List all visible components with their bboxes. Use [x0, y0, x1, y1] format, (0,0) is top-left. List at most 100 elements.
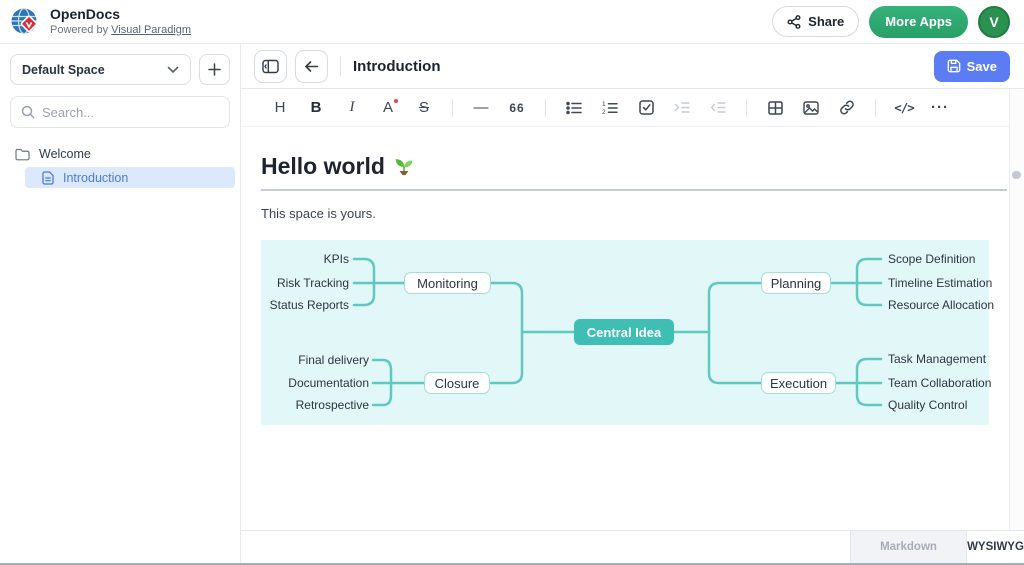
tree-page-introduction[interactable]: Introduction — [25, 167, 235, 188]
mindmap-leaf-kpis: KPIs — [324, 252, 349, 266]
mindmap-leaf-task-management: Task Management — [888, 352, 986, 366]
editor-statusbar: Markdown WYSIWYG — [241, 530, 1024, 563]
mindmap-leaf-risk-tracking: Risk Tracking — [277, 276, 349, 290]
more-apps-button[interactable]: More Apps — [869, 6, 968, 38]
horizontal-rule-button[interactable]: — — [468, 95, 494, 121]
search-input[interactable] — [42, 105, 219, 120]
numbered-list-icon: 12 — [602, 101, 618, 115]
bold-button[interactable]: B — [303, 95, 329, 121]
indent-button[interactable] — [669, 95, 695, 121]
heading-rule — [261, 189, 1007, 191]
mindmap-leaf-timeline-estimation: Timeline Estimation — [888, 276, 992, 290]
task-list-icon — [639, 100, 654, 115]
user-avatar[interactable]: V — [978, 6, 1010, 38]
document-icon — [42, 171, 54, 185]
strikethrough-button[interactable]: S — [411, 95, 437, 121]
sidebar: Default Space Welcome Introduction — [0, 44, 241, 563]
mindmap-branch-planning: Planning — [761, 272, 831, 294]
quote-button[interactable]: 66 — [504, 95, 530, 121]
mindmap-branch-monitoring: Monitoring — [404, 272, 491, 294]
code-button[interactable]: </> — [891, 95, 917, 121]
more-icon: ··· — [931, 99, 949, 116]
chevron-down-icon — [167, 66, 179, 74]
mindmap-leaf-quality-control: Quality Control — [888, 398, 967, 412]
save-icon — [947, 59, 961, 73]
italic-icon: I — [350, 99, 355, 116]
task-list-button[interactable] — [633, 95, 659, 121]
heading-button[interactable]: H — [267, 95, 293, 121]
mindmap-image[interactable]: Central Idea Monitoring Closure Planning… — [261, 240, 989, 425]
save-label: Save — [967, 59, 997, 74]
main-panel: Introduction Save H B I A S — 66 12 — [241, 44, 1024, 563]
text-color-button[interactable]: A — [375, 95, 401, 121]
app-tagline: Powered by Visual Paradigm — [50, 24, 191, 36]
document-paragraph: This space is yours. — [261, 206, 1024, 221]
more-apps-label: More Apps — [885, 14, 952, 29]
search-icon — [21, 105, 35, 119]
format-toolbar: H B I A S — 66 12 — [241, 89, 1024, 127]
share-button[interactable]: Share — [772, 6, 859, 37]
image-button[interactable] — [798, 95, 824, 121]
code-icon: </> — [894, 100, 914, 115]
document-heading-text: Hello world — [261, 151, 385, 181]
editor-topbar: Introduction Save — [241, 44, 1024, 89]
folder-icon — [15, 148, 30, 161]
share-label: Share — [808, 14, 844, 29]
color-dot — [394, 99, 398, 103]
toolbar-divider — [545, 99, 546, 117]
mindmap-central-node: Central Idea — [574, 319, 674, 345]
mindmap-leaf-resource-allocation: Resource Allocation — [888, 298, 994, 312]
space-row: Default Space — [10, 54, 230, 85]
toolbar-divider — [746, 99, 747, 117]
add-space-button[interactable] — [199, 54, 230, 85]
numbered-list-button[interactable]: 12 — [597, 95, 623, 121]
bold-icon: B — [311, 99, 322, 116]
scrollbar-track[interactable] — [1009, 89, 1024, 530]
sidebar-toggle-button[interactable] — [254, 50, 287, 83]
tree-page-label: Introduction — [63, 171, 128, 185]
space-name: Default Space — [22, 63, 167, 77]
plus-icon — [208, 63, 221, 76]
panel-toggle-icon — [262, 59, 279, 74]
back-button[interactable] — [295, 50, 328, 83]
text-color-icon: A — [383, 99, 393, 116]
arrow-left-icon — [304, 60, 319, 73]
visual-paradigm-link[interactable]: Visual Paradigm — [111, 24, 191, 36]
tab-wysiwyg[interactable]: WYSIWYG — [966, 531, 1024, 563]
page-title: Introduction — [353, 58, 440, 75]
italic-button[interactable]: I — [339, 95, 365, 121]
strikethrough-icon: S — [419, 99, 429, 116]
mindmap-leaf-scope-definition: Scope Definition — [888, 252, 975, 266]
space-selector[interactable]: Default Space — [10, 54, 191, 85]
svg-text:1: 1 — [602, 101, 606, 108]
mindmap-branch-closure: Closure — [424, 372, 490, 394]
bullet-list-icon — [566, 101, 582, 115]
scrollbar-thumb[interactable] — [1012, 171, 1021, 179]
toolbar-divider — [875, 99, 876, 117]
svg-text:2: 2 — [602, 109, 606, 115]
document-area[interactable]: Hello world This space is yours. — [241, 127, 1024, 530]
outdent-button[interactable] — [705, 95, 731, 121]
tab-markdown[interactable]: Markdown — [850, 531, 966, 563]
save-button[interactable]: Save — [934, 51, 1010, 82]
more-button[interactable]: ··· — [927, 95, 953, 121]
tagline-prefix: Powered by — [50, 24, 111, 36]
toolbar-divider — [452, 99, 453, 117]
horizontal-rule-icon: — — [474, 99, 489, 116]
app-window: OpenDocs Powered by Visual Paradigm Shar… — [0, 0, 1024, 565]
search-box — [10, 96, 230, 128]
topbar-divider — [340, 56, 341, 76]
seedling-icon — [393, 155, 415, 177]
bullet-list-button[interactable] — [561, 95, 587, 121]
mindmap-leaf-status-reports: Status Reports — [270, 298, 349, 312]
page-tree: Welcome Introduction — [0, 142, 240, 188]
link-button[interactable] — [834, 95, 860, 121]
table-button[interactable] — [762, 95, 788, 121]
avatar-initial: V — [989, 14, 998, 30]
app-logo-globe-icon — [10, 6, 41, 37]
mindmap-leaf-retrospective: Retrospective — [296, 398, 369, 412]
tree-folder-welcome[interactable]: Welcome — [0, 142, 240, 166]
share-nodes-icon — [787, 15, 801, 29]
mindmap-leaf-final-delivery: Final delivery — [298, 353, 369, 367]
app-header: OpenDocs Powered by Visual Paradigm Shar… — [0, 0, 1024, 44]
